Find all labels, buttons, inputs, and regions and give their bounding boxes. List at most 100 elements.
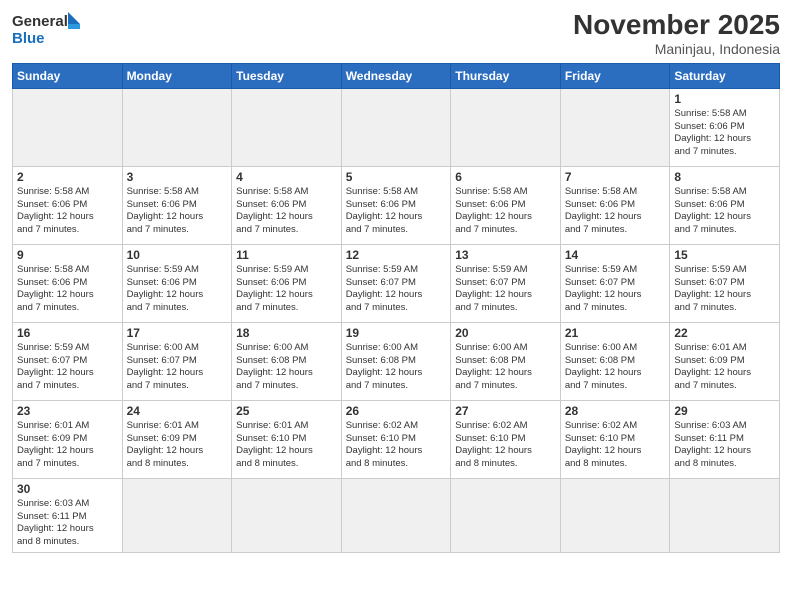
cell-info: Sunrise: 6:01 AMSunset: 6:09 PMDaylight:…	[17, 420, 118, 471]
date-number: 23	[17, 404, 118, 418]
date-number: 6	[455, 170, 556, 184]
cell-info: Sunrise: 5:58 AMSunset: 6:06 PMDaylight:…	[565, 186, 666, 237]
table-cell: 27 Sunrise: 6:02 AMSunset: 6:10 PMDayligh…	[451, 400, 561, 478]
cell-info: Sunrise: 6:00 AMSunset: 6:08 PMDaylight:…	[346, 342, 447, 393]
table-cell	[232, 478, 342, 552]
table-cell: 29Sunrise: 6:03 AMSunset: 6:11 PMDayligh…	[670, 400, 780, 478]
cell-info: Sunrise: 6:00 AMSunset: 6:08 PMDaylight:…	[565, 342, 666, 393]
table-cell: 22Sunrise: 6:01 AMSunset: 6:09 PMDayligh…	[670, 322, 780, 400]
table-cell: 26Sunrise: 6:02 AMSunset: 6:10 PMDayligh…	[341, 400, 451, 478]
date-number: 11	[236, 248, 337, 262]
cell-info: Sunrise: 5:58 AMSunset: 6:06 PMDaylight:…	[346, 186, 447, 237]
col-wednesday: Wednesday	[341, 63, 451, 88]
logo: General Blue	[12, 10, 82, 50]
calendar: Sunday Monday Tuesday Wednesday Thursday…	[12, 63, 780, 553]
cell-info: Sunrise: 5:59 AMSunset: 6:06 PMDaylight:…	[127, 264, 228, 315]
date-number: 18	[236, 326, 337, 340]
table-cell: 6 Sunrise: 5:58 AMSunset: 6:06 PMDaylight…	[451, 166, 561, 244]
date-number: 10	[127, 248, 228, 262]
date-number: 19	[346, 326, 447, 340]
cell-info: Sunrise: 5:59 AMSunset: 6:06 PMDaylight:…	[236, 264, 337, 315]
table-cell: 11 Sunrise: 5:59 AMSunset: 6:06 PMDayligh…	[232, 244, 342, 322]
table-cell: 25 Sunrise: 6:01 AMSunset: 6:10 PMDayligh…	[232, 400, 342, 478]
cell-info: Sunrise: 6:00 AMSunset: 6:08 PMDaylight:…	[236, 342, 337, 393]
date-number: 7	[565, 170, 666, 184]
cell-info: Sunrise: 6:01 AMSunset: 6:09 PMDaylight:…	[127, 420, 228, 471]
table-cell	[122, 88, 232, 166]
cell-info: Sunrise: 6:03 AMSunset: 6:11 PMDaylight:…	[674, 420, 775, 471]
table-cell: 18 Sunrise: 6:00 AMSunset: 6:08 PMDayligh…	[232, 322, 342, 400]
location: Maninjau, Indonesia	[573, 41, 780, 57]
col-thursday: Thursday	[451, 63, 561, 88]
title-block: November 2025 Maninjau, Indonesia	[573, 10, 780, 57]
table-cell	[13, 88, 123, 166]
table-cell: 5 Sunrise: 5:58 AMSunset: 6:06 PMDaylight…	[341, 166, 451, 244]
cell-info: Sunrise: 6:02 AMSunset: 6:10 PMDaylight:…	[346, 420, 447, 471]
date-number: 14	[565, 248, 666, 262]
table-cell: 8Sunrise: 5:58 AMSunset: 6:06 PMDaylight…	[670, 166, 780, 244]
table-cell	[670, 478, 780, 552]
date-number: 8	[674, 170, 775, 184]
cell-info: Sunrise: 6:02 AMSunset: 6:10 PMDaylight:…	[565, 420, 666, 471]
date-number: 28	[565, 404, 666, 418]
table-cell: 10 Sunrise: 5:59 AMSunset: 6:06 PMDayligh…	[122, 244, 232, 322]
col-monday: Monday	[122, 63, 232, 88]
table-cell	[560, 478, 670, 552]
col-tuesday: Tuesday	[232, 63, 342, 88]
table-cell: 4 Sunrise: 5:58 AMSunset: 6:06 PMDaylight…	[232, 166, 342, 244]
date-number: 25	[236, 404, 337, 418]
date-number: 20	[455, 326, 556, 340]
date-number: 13	[455, 248, 556, 262]
date-number: 9	[17, 248, 118, 262]
cell-info: Sunrise: 5:59 AMSunset: 6:07 PMDaylight:…	[455, 264, 556, 315]
cell-info: Sunrise: 5:59 AMSunset: 6:07 PMDaylight:…	[565, 264, 666, 315]
table-cell: 3 Sunrise: 5:58 AMSunset: 6:06 PMDaylight…	[122, 166, 232, 244]
col-saturday: Saturday	[670, 63, 780, 88]
cell-info: Sunrise: 5:59 AMSunset: 6:07 PMDaylight:…	[674, 264, 775, 315]
table-cell	[341, 478, 451, 552]
table-cell: 7 Sunrise: 5:58 AMSunset: 6:06 PMDaylight…	[560, 166, 670, 244]
cell-info: Sunrise: 5:59 AMSunset: 6:07 PMDaylight:…	[17, 342, 118, 393]
date-number: 22	[674, 326, 775, 340]
cell-info: Sunrise: 6:03 AMSunset: 6:11 PMDaylight:…	[17, 498, 118, 549]
date-number: 1	[674, 92, 775, 106]
logo-svg: General Blue	[12, 10, 82, 50]
header: General Blue November 2025 Maninjau, Ind…	[12, 10, 780, 57]
cell-info: Sunrise: 5:58 AMSunset: 6:06 PMDaylight:…	[674, 108, 775, 159]
table-cell: 30Sunrise: 6:03 AMSunset: 6:11 PMDayligh…	[13, 478, 123, 552]
table-cell: 1 Sunrise: 5:58 AMSunset: 6:06 PMDaylight…	[670, 88, 780, 166]
cell-info: Sunrise: 6:01 AMSunset: 6:10 PMDaylight:…	[236, 420, 337, 471]
cell-info: Sunrise: 6:00 AMSunset: 6:08 PMDaylight:…	[455, 342, 556, 393]
cell-info: Sunrise: 5:58 AMSunset: 6:06 PMDaylight:…	[236, 186, 337, 237]
date-number: 15	[674, 248, 775, 262]
date-number: 16	[17, 326, 118, 340]
date-number: 4	[236, 170, 337, 184]
cell-info: Sunrise: 6:00 AMSunset: 6:07 PMDaylight:…	[127, 342, 228, 393]
cell-info: Sunrise: 5:58 AMSunset: 6:06 PMDaylight:…	[127, 186, 228, 237]
date-number: 3	[127, 170, 228, 184]
cell-info: Sunrise: 6:02 AMSunset: 6:10 PMDaylight:…	[455, 420, 556, 471]
table-cell: 23 Sunrise: 6:01 AMSunset: 6:09 PMDayligh…	[13, 400, 123, 478]
date-number: 24	[127, 404, 228, 418]
table-cell: 15 Sunrise: 5:59 AMSunset: 6:07 PMDayligh…	[670, 244, 780, 322]
cell-info: Sunrise: 5:58 AMSunset: 6:06 PMDaylight:…	[455, 186, 556, 237]
page: General Blue November 2025 Maninjau, Ind…	[0, 0, 792, 612]
table-cell: 24 Sunrise: 6:01 AMSunset: 6:09 PMDayligh…	[122, 400, 232, 478]
table-cell	[560, 88, 670, 166]
table-cell: 2Sunrise: 5:58 AMSunset: 6:06 PMDaylight…	[13, 166, 123, 244]
col-friday: Friday	[560, 63, 670, 88]
table-cell: 21 Sunrise: 6:00 AMSunset: 6:08 PMDayligh…	[560, 322, 670, 400]
date-number: 12	[346, 248, 447, 262]
col-sunday: Sunday	[13, 63, 123, 88]
table-cell: 12 Sunrise: 5:59 AMSunset: 6:07 PMDayligh…	[341, 244, 451, 322]
date-number: 27	[455, 404, 556, 418]
table-cell	[451, 478, 561, 552]
table-cell: 19 Sunrise: 6:00 AMSunset: 6:08 PMDayligh…	[341, 322, 451, 400]
table-cell: 13 Sunrise: 5:59 AMSunset: 6:07 PMDayligh…	[451, 244, 561, 322]
table-cell: 28 Sunrise: 6:02 AMSunset: 6:10 PMDayligh…	[560, 400, 670, 478]
date-number: 5	[346, 170, 447, 184]
cell-info: Sunrise: 5:58 AMSunset: 6:06 PMDaylight:…	[17, 186, 118, 237]
date-number: 21	[565, 326, 666, 340]
cell-info: Sunrise: 5:59 AMSunset: 6:07 PMDaylight:…	[346, 264, 447, 315]
table-cell	[122, 478, 232, 552]
